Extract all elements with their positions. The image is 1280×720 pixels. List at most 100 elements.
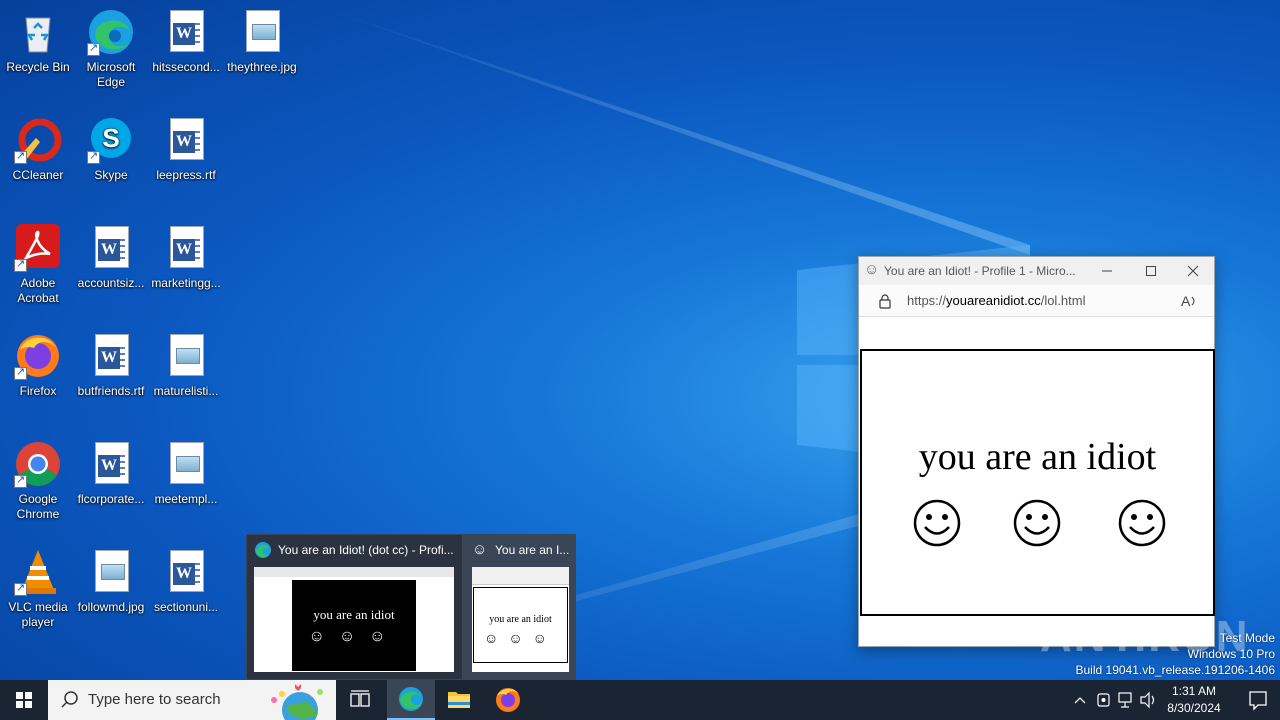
image-file-icon [162,332,210,380]
network-icon[interactable] [1116,680,1136,720]
smiley-favicon-icon: ☺ [864,261,880,278]
firefox-icon [496,688,520,712]
meet-now-icon[interactable] [1094,680,1114,720]
desktop-icon-vlc[interactable]: VLC media player [0,548,76,630]
desktop-icon-maturelisti[interactable]: maturelisti... [148,332,224,399]
notification-icon [1249,691,1267,711]
lock-icon [879,294,891,309]
edge-icon [255,542,271,558]
thumbnail-preview-text: you are an idiot [313,607,395,622]
word-document-icon: W [162,116,210,164]
folder-icon [448,692,470,708]
desktop-icon-flcorporate[interactable]: W flcorporate... [73,440,149,507]
thumbnail-edge-window[interactable]: You are an Idiot! (dot cc) - Profi... yo… [247,535,462,680]
word-document-icon: W [87,332,135,380]
desktop-icon-recycle-bin[interactable]: Recycle Bin [0,8,76,75]
desktop-icon-adobe-acrobat[interactable]: Adobe Acrobat [0,224,76,306]
show-hidden-icons-chevron-icon[interactable] [1070,680,1090,720]
desktop-icon-leepress[interactable]: W leepress.rtf [148,116,224,183]
minimize-button[interactable] [1085,257,1129,285]
skype-icon: S [87,116,135,164]
word-document-icon: W [87,440,135,488]
thumbnail-preview-text: you are an idiot [489,614,552,625]
word-document-icon: W [162,548,210,596]
search-placeholder: Type here to search [88,691,221,708]
search-highlight-globe-icon [271,684,323,720]
url-path: /lol.html [1040,293,1086,308]
recycle-bin-icon [14,8,62,56]
read-aloud-icon[interactable]: A [1181,293,1199,309]
edge-icon [87,8,135,56]
smiley-face-icon [913,499,961,547]
image-file-icon [87,548,135,596]
taskbar-file-explorer-button[interactable] [435,680,483,720]
desktop-icon-label: Microsoft Edge [86,60,136,89]
action-center-button[interactable] [1236,680,1280,720]
desktop-icon-label: Google Chrome [16,492,60,521]
desktop-icon-label: Recycle Bin [6,60,70,74]
desktop-icon-label: marketingg... [151,276,221,290]
chrome-icon [14,440,62,488]
svg-text:S: S [102,123,119,153]
vlc-icon [14,548,62,596]
desktop-icon-ccleaner[interactable]: CCleaner [0,116,76,183]
close-button[interactable] [1171,257,1215,285]
clock-time: 1:31 AM [1171,684,1217,698]
desktop-icon-skype[interactable]: S Skype [73,116,149,183]
desktop-icon-label: CCleaner [12,168,64,182]
svg-text:A: A [1181,293,1191,309]
taskbar-firefox-button[interactable] [484,680,532,720]
desktop-icon-label: Skype [94,168,128,182]
taskbar-search-box[interactable]: Type here to search [48,680,336,720]
desktop-icon-meetempl[interactable]: meetempl... [148,440,224,507]
desktop-icon-label: meetempl... [154,492,218,506]
desktop-icon-label: Adobe Acrobat [17,276,59,305]
desktop-icon-label: sectionuni... [153,600,219,614]
start-button[interactable] [0,680,48,720]
desktop-icon-label: leepress.rtf [156,168,216,182]
url-text: https://youareanidiot.cc/lol.html [907,293,1086,308]
test-mode-watermark: Test Mode Windows 10 Pro Build 19041.vb_… [1060,630,1276,678]
browser-popup-window[interactable]: ☺ You are an Idiot! - Profile 1 - Micro.… [858,256,1215,647]
thumbnail-preview: you are an idiot ☺☺☺ [254,567,454,672]
search-icon [61,691,78,708]
watermark-line: Test Mode [1219,631,1275,645]
desktop-icon-label: maturelisti... [153,384,219,398]
desktop-icon-google-chrome[interactable]: Google Chrome [0,440,76,522]
taskbar-edge-button[interactable] [387,680,435,720]
taskbar: Type here to search 1:31 AM 8/30/2024 [0,680,1280,720]
desktop-icon-firefox[interactable]: Firefox [0,332,76,399]
desktop-icon-accountsiz[interactable]: W accountsiz... [73,224,149,291]
watermark-line: Build 19041.vb_release.191206-1406 [1075,663,1276,677]
desktop-icon-microsoft-edge[interactable]: Microsoft Edge [73,8,149,90]
window-titlebar[interactable]: ☺ You are an Idiot! - Profile 1 - Micro.… [859,257,1214,285]
taskbar-clock[interactable]: 1:31 AM 8/30/2024 [1152,683,1236,717]
image-file-icon [162,440,210,488]
ccleaner-icon [14,116,62,164]
address-bar[interactable]: https://youareanidiot.cc/lol.html A [859,285,1214,317]
thumbnail-title: You are an Idiot! (dot cc) - Profi... [278,543,454,557]
desktop-icon-hitssecond[interactable]: W hitssecond... [148,8,224,75]
task-view-icon [350,690,370,707]
desktop-icon-label: flcorporate... [77,492,145,506]
desktop-icon-label: Firefox [19,384,57,398]
thumbnail-popup-window[interactable]: ☺ You are an I... you are an idiot ☺☺☺ [462,535,576,680]
thumbnail-smileys: ☺☺☺ [484,630,557,646]
desktop-icon-followmd[interactable]: followmd.jpg [73,548,149,615]
thumbnail-preview: you are an idiot ☺☺☺ [472,567,569,672]
image-file-icon [238,8,286,56]
window-title: You are an Idiot! - Profile 1 - Micro... [884,264,1076,278]
windows-logo-icon [16,692,32,708]
maximize-icon [1146,266,1156,276]
desktop-icon-marketingg[interactable]: W marketingg... [148,224,224,291]
desktop-icon-butfriends[interactable]: W butfriends.rtf [73,332,149,399]
task-view-button[interactable] [336,680,384,720]
watermark-line: Windows 10 Pro [1187,647,1275,661]
smiley-face-icon [1013,499,1061,547]
edge-icon [399,687,423,711]
url-host: youareanidiot.cc [946,293,1041,308]
desktop-icon-sectionuni[interactable]: W sectionuni... [148,548,224,615]
desktop-icon-theythree[interactable]: theythree.jpg [224,8,300,75]
word-document-icon: W [162,8,210,56]
maximize-button[interactable] [1129,257,1173,285]
